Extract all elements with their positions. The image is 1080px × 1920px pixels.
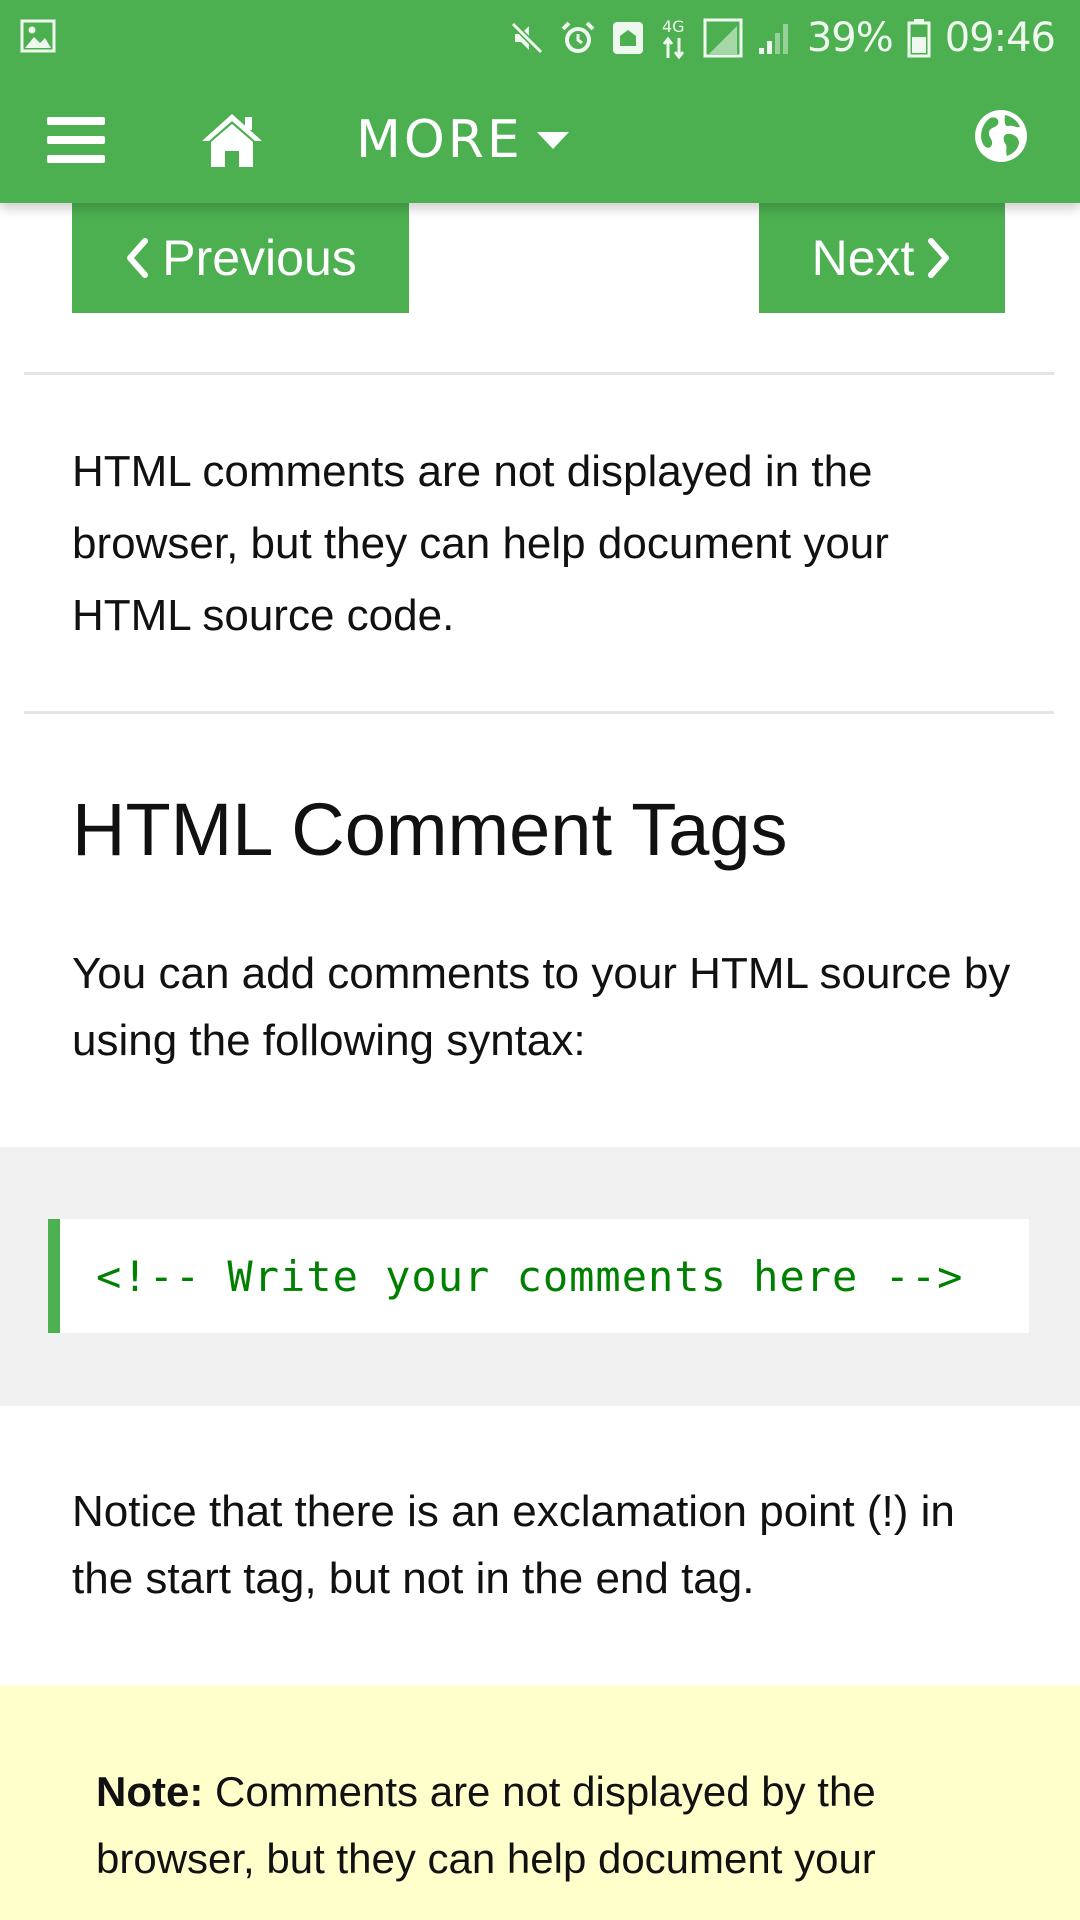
note-body: Comments are not displayed by the browse… (96, 1768, 876, 1882)
gallery-icon (20, 19, 56, 53)
top-app-bar: 4G 39% 09:46 MORE (0, 0, 1080, 203)
note-label: Note: (96, 1768, 204, 1815)
caret-down-icon (536, 132, 569, 149)
code-example-panel: <!-- Write your comments here --> (0, 1147, 1080, 1406)
more-dropdown[interactable]: MORE (356, 105, 569, 175)
clock: 09:46 (944, 15, 1056, 61)
nfc-icon (612, 22, 643, 54)
globe-icon[interactable] (974, 109, 1028, 163)
battery-percent: 39% (806, 15, 894, 61)
intro-paragraph: HTML comments are not displayed in the b… (72, 447, 889, 640)
code-block: <!-- Write your comments here --> (48, 1219, 1029, 1333)
previous-label: Previous (162, 230, 357, 286)
network-type-label: 4G (662, 17, 685, 36)
code-snippet: <!-- Write your comments here --> (96, 1251, 964, 1301)
sim-signal-icon (703, 18, 743, 58)
data-arrows-icon: 4G (662, 17, 685, 60)
menu-icon[interactable] (47, 115, 105, 165)
notice-paragraph: Notice that there is an exclamation poin… (72, 1487, 955, 1603)
signal-icon (758, 24, 788, 54)
previous-button[interactable]: Previous (72, 203, 409, 313)
divider (24, 711, 1054, 714)
status-bar: 4G 39% 09:46 (0, 0, 1080, 75)
chevron-left-icon (127, 238, 149, 278)
nav-bar: MORE (0, 75, 1080, 203)
status-icons: 4G 39% 09:46 (509, 10, 1056, 66)
battery-icon (907, 19, 931, 58)
alarm-icon (561, 21, 595, 53)
section-heading: HTML Comment Tags (72, 788, 788, 871)
mute-icon (510, 21, 543, 55)
chevron-right-icon (928, 238, 950, 278)
syntax-paragraph: You can add comments to your HTML source… (72, 949, 1011, 1065)
next-label: Next (811, 230, 915, 286)
more-label: MORE (356, 110, 523, 170)
note-panel: Note: Comments are not displayed by the … (0, 1685, 1080, 1920)
next-button[interactable]: Next (759, 203, 1005, 313)
note-paragraph: Note: Comments are not displayed by the … (96, 1758, 1036, 1892)
home-icon[interactable] (200, 111, 264, 169)
divider (24, 372, 1054, 375)
